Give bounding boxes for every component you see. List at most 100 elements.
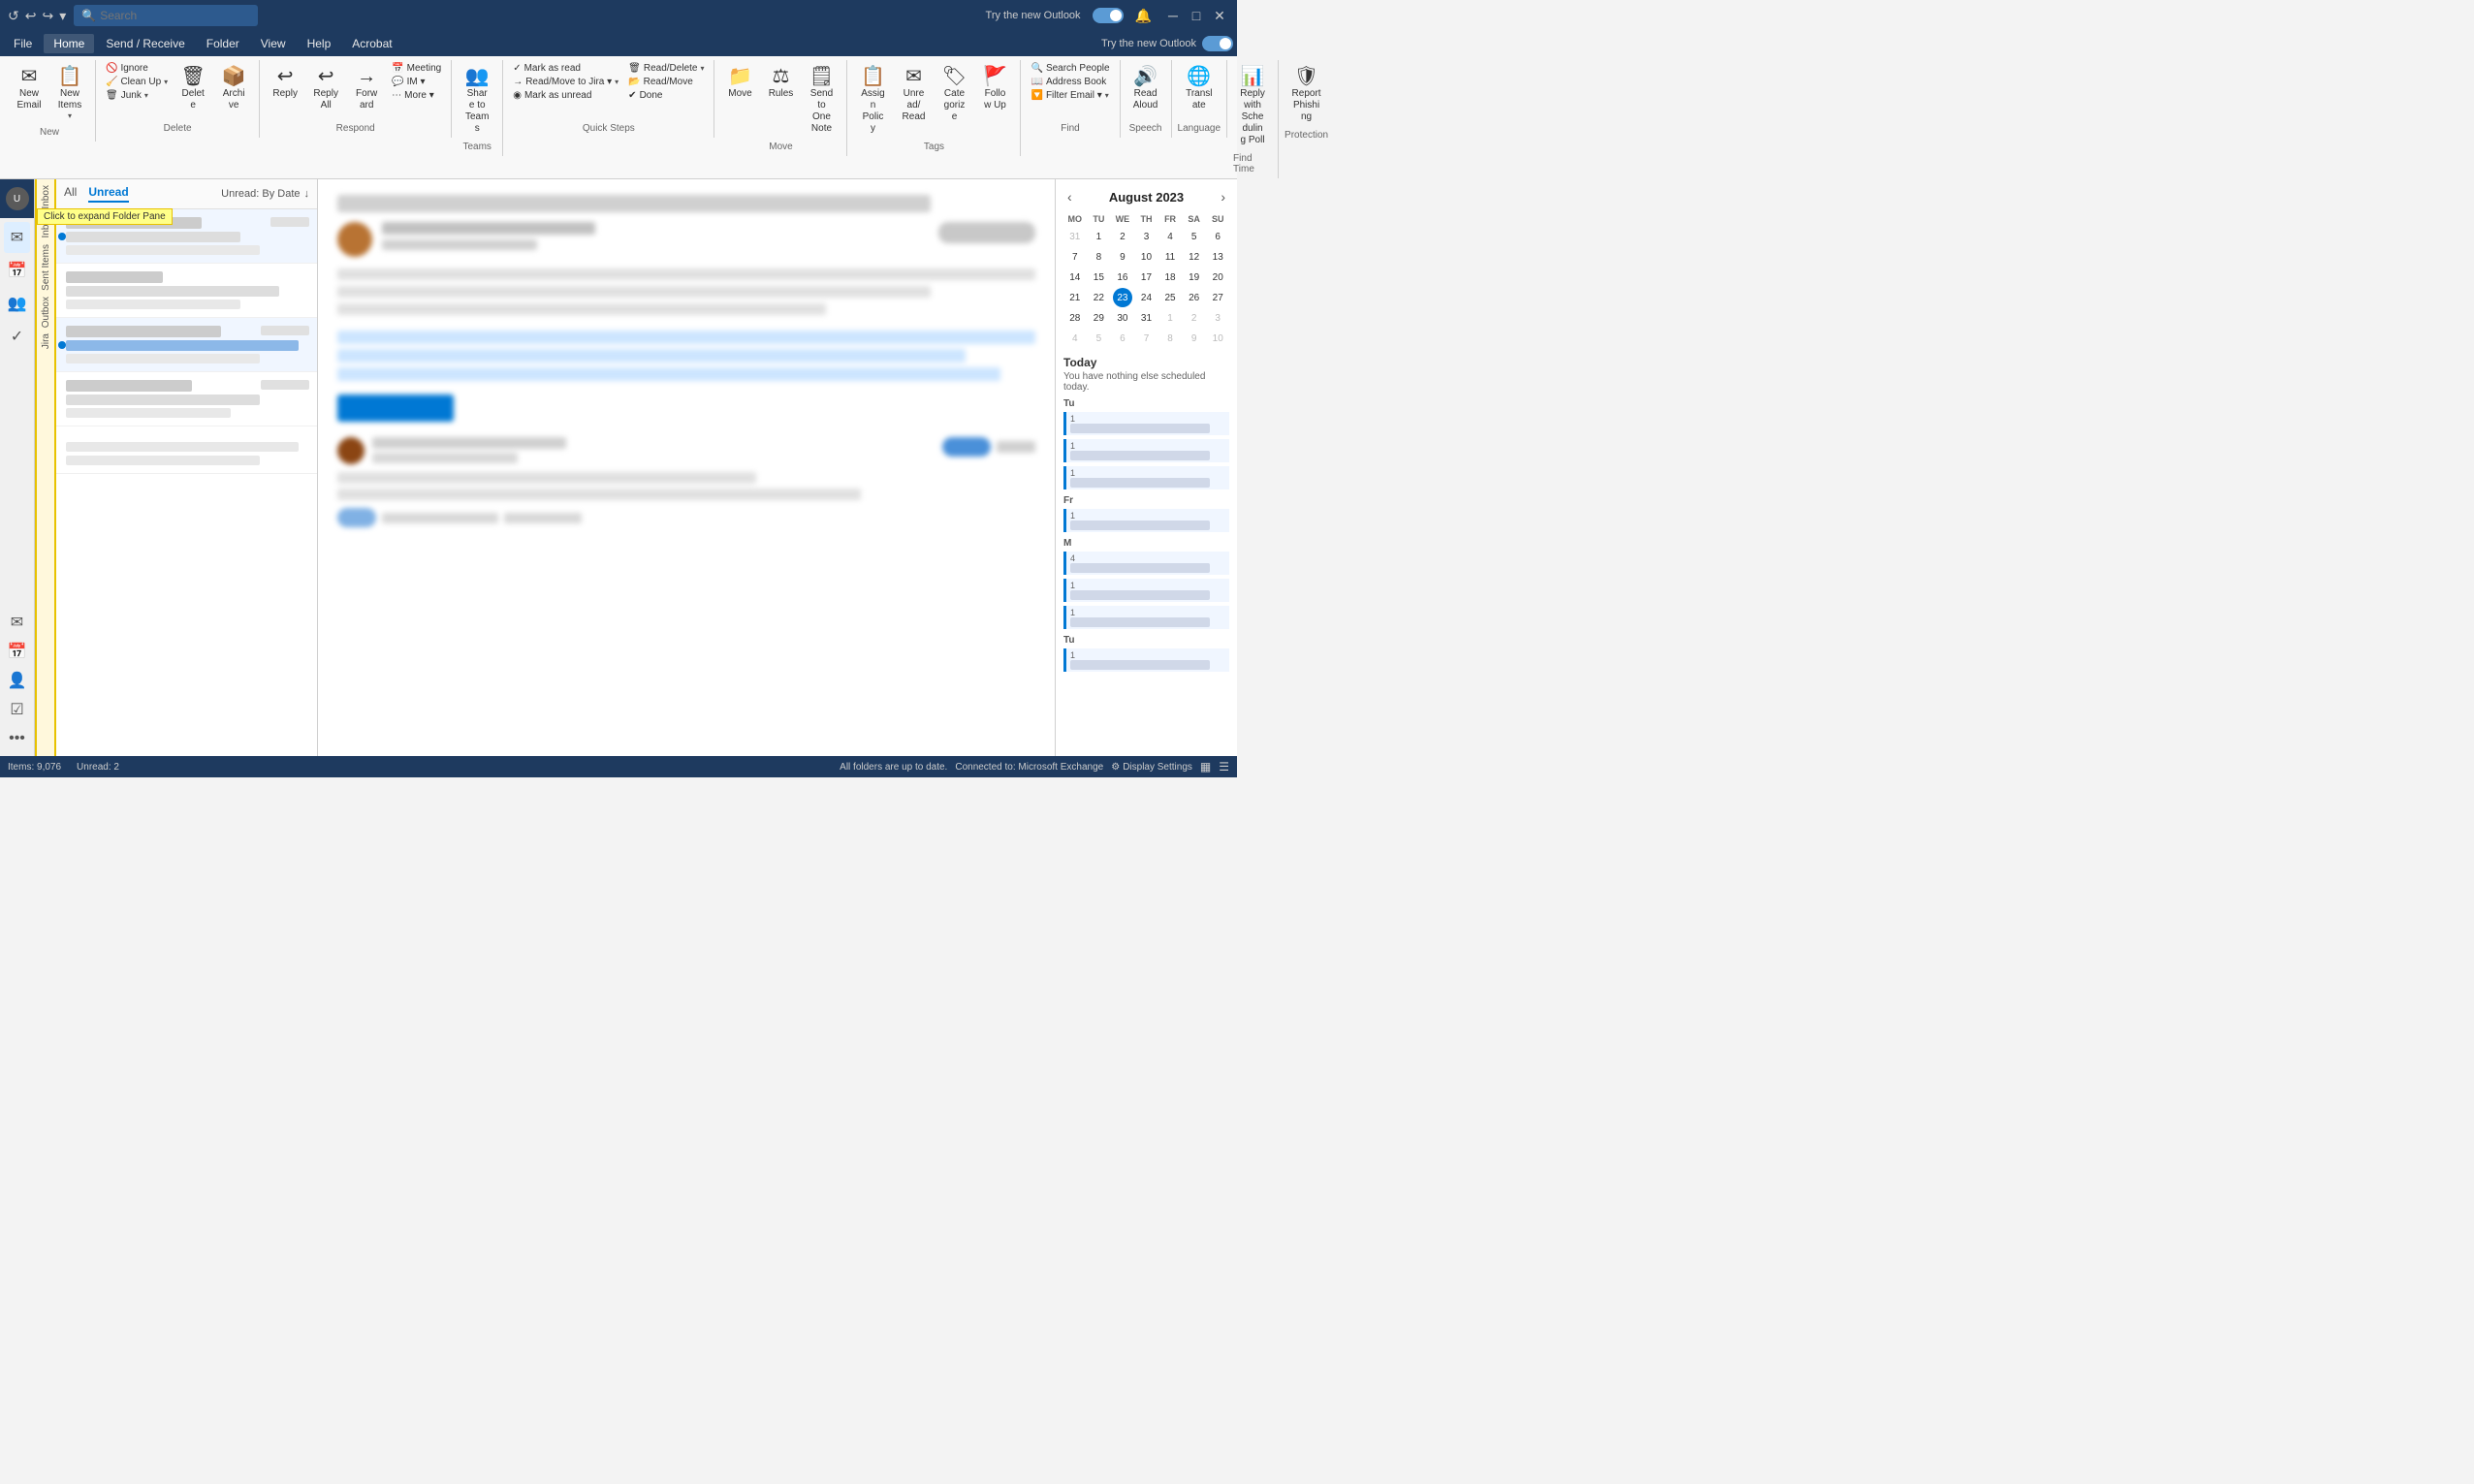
meeting-button[interactable]: 📅 Meeting [388, 62, 445, 75]
cal-day[interactable]: 12 [1185, 247, 1204, 267]
cal-day[interactable]: 17 [1136, 268, 1156, 287]
cal-day[interactable]: 9 [1113, 247, 1132, 267]
read-move-button[interactable]: 📂 Read/Move [624, 76, 708, 88]
sidebar-item-people[interactable]: 👥 [4, 288, 30, 319]
cal-day[interactable]: 29 [1089, 308, 1108, 328]
search-people-button[interactable]: 🔍 Search People [1027, 62, 1113, 75]
address-book-button[interactable]: 📖 Address Book [1027, 76, 1113, 88]
email-item[interactable] [56, 264, 317, 318]
nav-calendar[interactable]: 📅 [4, 638, 30, 665]
mark-as-read-button[interactable]: ✓ Mark as read [509, 62, 622, 75]
cal-day[interactable]: 8 [1089, 247, 1108, 267]
cal-day[interactable]: 6 [1208, 227, 1227, 246]
reply-all-button[interactable]: ↩ Reply All [306, 62, 345, 116]
menu-folder[interactable]: Folder [197, 34, 249, 53]
cal-day[interactable]: 31 [1136, 308, 1156, 328]
cal-day[interactable]: 8 [1160, 329, 1180, 348]
categorize-button[interactable]: 🏷 Categorize [935, 62, 973, 128]
cal-day[interactable]: 16 [1113, 268, 1132, 287]
email-item[interactable] [56, 318, 317, 372]
cal-day[interactable]: 25 [1160, 288, 1180, 307]
cal-day[interactable]: 3 [1136, 227, 1156, 246]
cal-day[interactable]: 7 [1136, 329, 1156, 348]
cal-day[interactable]: 15 [1089, 268, 1108, 287]
cal-schedule-item[interactable]: 4 [1063, 552, 1229, 575]
done-button[interactable]: ✔ Done [624, 89, 708, 102]
cal-day[interactable]: 26 [1185, 288, 1204, 307]
cal-schedule-item[interactable]: 1 [1063, 606, 1229, 629]
try-new-toggle-menu[interactable] [1202, 36, 1233, 51]
new-items-button[interactable]: 📋 New Items ▾ [50, 62, 89, 125]
nav-tasks2[interactable]: ☑ [4, 696, 30, 723]
folder-label-inbox1[interactable]: Inbox [39, 183, 53, 210]
cal-schedule-item[interactable]: 1 [1063, 439, 1229, 462]
cal-day[interactable]: 22 [1089, 288, 1108, 307]
cal-day[interactable]: 4 [1065, 329, 1085, 348]
im-button[interactable]: 💬 IM ▾ [388, 76, 445, 88]
cal-schedule-item[interactable]: 1 [1063, 412, 1229, 435]
scheduling-poll-button[interactable]: 📊 Reply with Scheduling Poll [1233, 62, 1272, 151]
cal-day[interactable]: 27 [1208, 288, 1227, 307]
read-move-jira-button[interactable]: → Read/Move to Jira ▾ ▾ [509, 76, 622, 88]
cal-day[interactable]: 2 [1113, 227, 1132, 246]
folder-label-outbox[interactable]: Outbox [39, 295, 53, 330]
menu-send-receive[interactable]: Send / Receive [96, 34, 194, 53]
cal-day[interactable]: 18 [1160, 268, 1180, 287]
search-input[interactable] [100, 9, 250, 22]
mark-as-unread-button[interactable]: ◉ Mark as unread [509, 89, 622, 102]
menu-home[interactable]: Home [44, 34, 94, 53]
follow-up-button[interactable]: 🚩 Follow Up [975, 62, 1014, 116]
tab-all[interactable]: All [64, 185, 77, 203]
cal-day[interactable]: 20 [1208, 268, 1227, 287]
view-icon1[interactable]: ▦ [1200, 760, 1211, 774]
more-respond-button[interactable]: ⋯ More ▾ [388, 89, 445, 102]
ignore-button[interactable]: 🚫 Ignore [102, 62, 172, 75]
cal-schedule-item[interactable]: 1 [1063, 579, 1229, 602]
cal-schedule-item[interactable]: 1 [1063, 648, 1229, 672]
cal-prev-btn[interactable]: ‹ [1063, 187, 1076, 206]
view-icon2[interactable]: ☰ [1219, 760, 1229, 774]
move-button[interactable]: 📁 Move [720, 62, 759, 105]
undo-icon[interactable]: ↩ [25, 8, 37, 24]
reply-button[interactable]: ↩ Reply [266, 62, 304, 105]
folder-label-sent[interactable]: Sent Items [39, 242, 53, 293]
cal-day[interactable]: 10 [1136, 247, 1156, 267]
cal-day[interactable]: 21 [1065, 288, 1085, 307]
assign-policy-button[interactable]: 📋 Assign Policy [853, 62, 892, 140]
cal-day[interactable]: 4 [1160, 227, 1180, 246]
cal-day[interactable]: 9 [1185, 329, 1204, 348]
folder-pane-collapsed[interactable]: Click to expand Folder Pane Inbox Inbox … [35, 179, 56, 756]
cal-day[interactable]: 14 [1065, 268, 1085, 287]
menu-file[interactable]: File [4, 34, 42, 53]
refresh-icon[interactable]: ↺ [8, 8, 19, 24]
cal-day[interactable]: 6 [1113, 329, 1132, 348]
close-btn[interactable]: ✕ [1210, 8, 1229, 23]
notification-icon[interactable]: 🔔 [1135, 8, 1152, 24]
cal-schedule-item[interactable]: 1 [1063, 509, 1229, 532]
sort-area[interactable]: Unread: By Date ↓ [221, 188, 309, 200]
new-email-button[interactable]: ✉ New Email [10, 62, 48, 116]
try-new-toggle[interactable] [1093, 8, 1124, 23]
nav-more[interactable]: ••• [4, 725, 30, 752]
cal-day[interactable]: 7 [1065, 247, 1085, 267]
read-delete-button[interactable]: 🗑 Read/Delete ▾ [624, 62, 708, 75]
cal-day[interactable]: 24 [1136, 288, 1156, 307]
cal-day[interactable]: 5 [1089, 329, 1108, 348]
cal-day[interactable]: 28 [1065, 308, 1085, 328]
sidebar-item-tasks[interactable]: ✓ [4, 321, 30, 352]
filter-email-button[interactable]: 🔽 Filter Email ▾ ▾ [1027, 89, 1113, 102]
cal-day[interactable]: 3 [1208, 308, 1227, 328]
display-settings-btn[interactable]: ⚙ Display Settings [1111, 762, 1192, 773]
send-onenote-button[interactable]: 🗒 Send to OneNote [802, 62, 841, 140]
email-item[interactable] [56, 372, 317, 426]
cal-day[interactable]: 5 [1185, 227, 1204, 246]
cal-day[interactable]: 11 [1160, 247, 1180, 267]
sidebar-item-mail[interactable]: ✉ [4, 222, 30, 253]
share-teams-button[interactable]: 👥 Share to Teams [458, 62, 496, 140]
search-bar[interactable]: 🔍 [74, 5, 258, 26]
cal-day[interactable]: 13 [1208, 247, 1227, 267]
unread-read-button[interactable]: ✉ Unread/ Read [894, 62, 933, 128]
archive-button[interactable]: 📦 Archive [214, 62, 253, 116]
redo-icon[interactable]: ↪ [42, 8, 53, 24]
email-item[interactable] [56, 426, 317, 474]
